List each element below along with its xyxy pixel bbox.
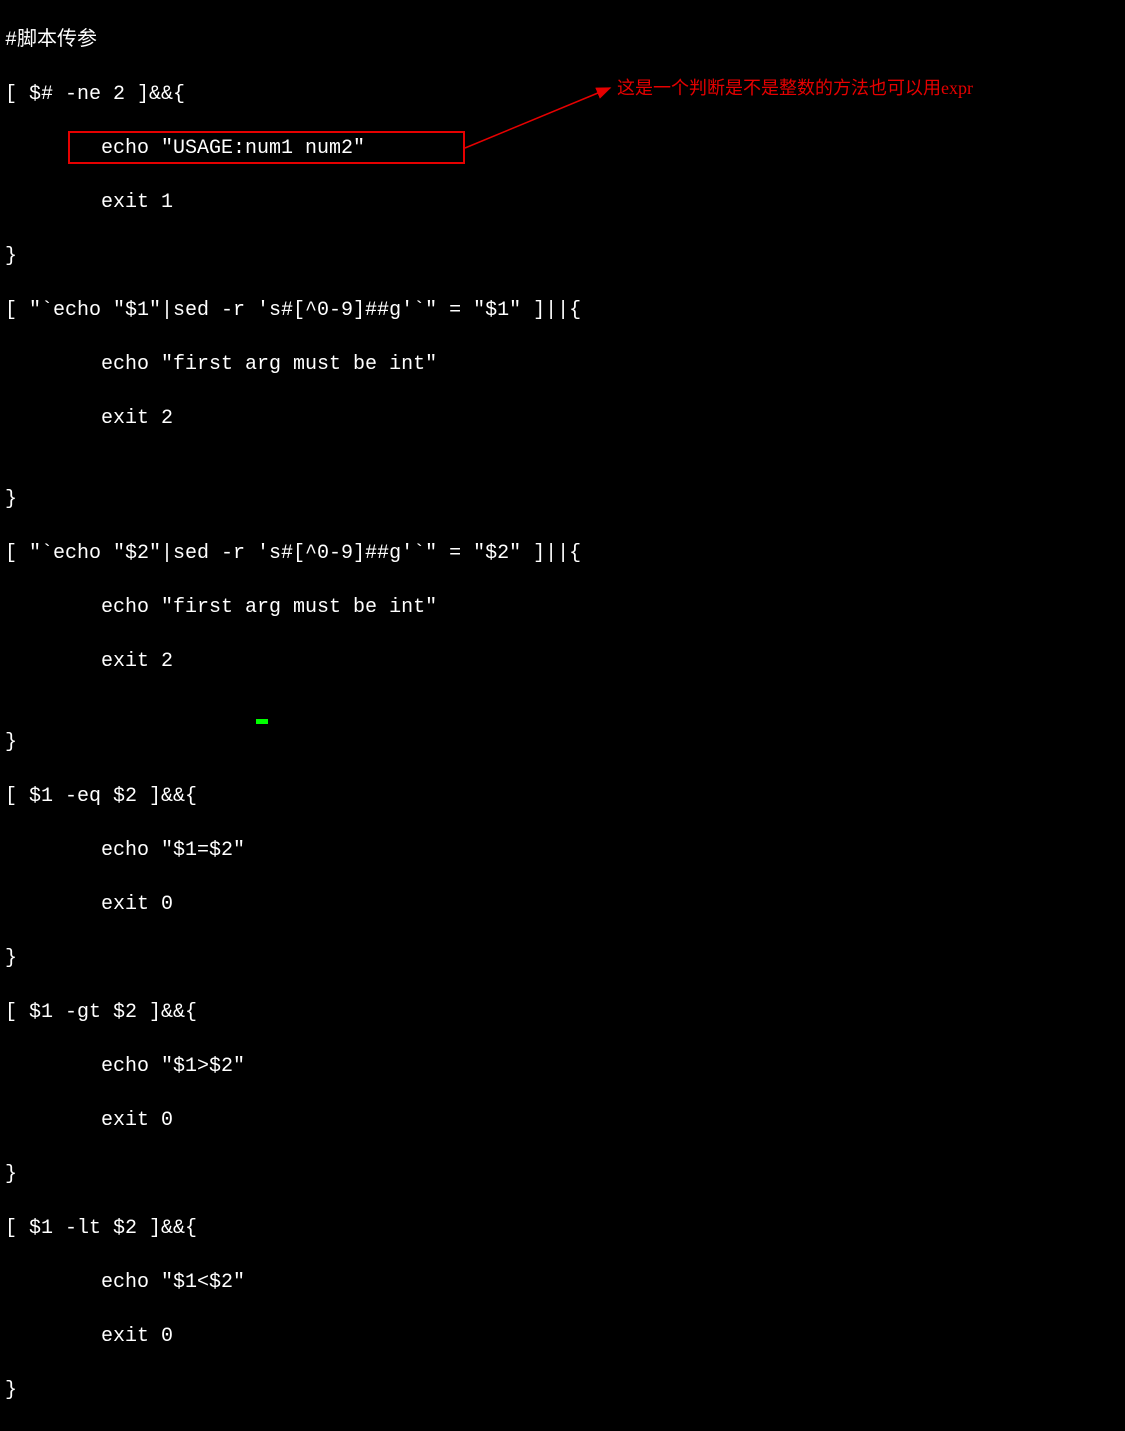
code-line: echo "$1>$2": [5, 1053, 581, 1080]
code-line: [ $1 -gt $2 ]&&{: [5, 999, 581, 1026]
code-line: }: [5, 486, 581, 513]
code-line: }: [5, 243, 581, 270]
code-block: #脚本传参 [ $# -ne 2 ]&&{ echo "USAGE:num1 n…: [5, 0, 581, 1431]
terminal-cursor: [256, 719, 268, 724]
code-line: exit 2: [5, 648, 581, 675]
code-line: exit 0: [5, 891, 581, 918]
code-line: echo "$1<$2": [5, 1269, 581, 1296]
code-line: }: [5, 945, 581, 972]
code-line: }: [5, 729, 581, 756]
code-line: exit 2: [5, 405, 581, 432]
code-line: exit 1: [5, 189, 581, 216]
code-line: #脚本传参: [5, 27, 581, 54]
code-line: echo "$1=$2": [5, 837, 581, 864]
annotation-text: 这是一个判断是不是整数的方法也可以用expr: [617, 75, 973, 102]
code-line: [ $1 -eq $2 ]&&{: [5, 783, 581, 810]
code-line: }: [5, 1161, 581, 1188]
code-line: [ "`echo "$1"|sed -r 's#[^0-9]##g'`" = "…: [5, 297, 581, 324]
code-line: [ "`echo "$2"|sed -r 's#[^0-9]##g'`" = "…: [5, 540, 581, 567]
code-line: exit 0: [5, 1107, 581, 1134]
code-line: echo "first arg must be int": [5, 594, 581, 621]
code-line: [ $# -ne 2 ]&&{: [5, 81, 581, 108]
code-line: [ $1 -lt $2 ]&&{: [5, 1215, 581, 1242]
code-line: echo "first arg must be int": [5, 351, 581, 378]
code-line: echo "USAGE:num1 num2": [5, 135, 581, 162]
code-line: }: [5, 1377, 581, 1404]
code-line: exit 0: [5, 1323, 581, 1350]
